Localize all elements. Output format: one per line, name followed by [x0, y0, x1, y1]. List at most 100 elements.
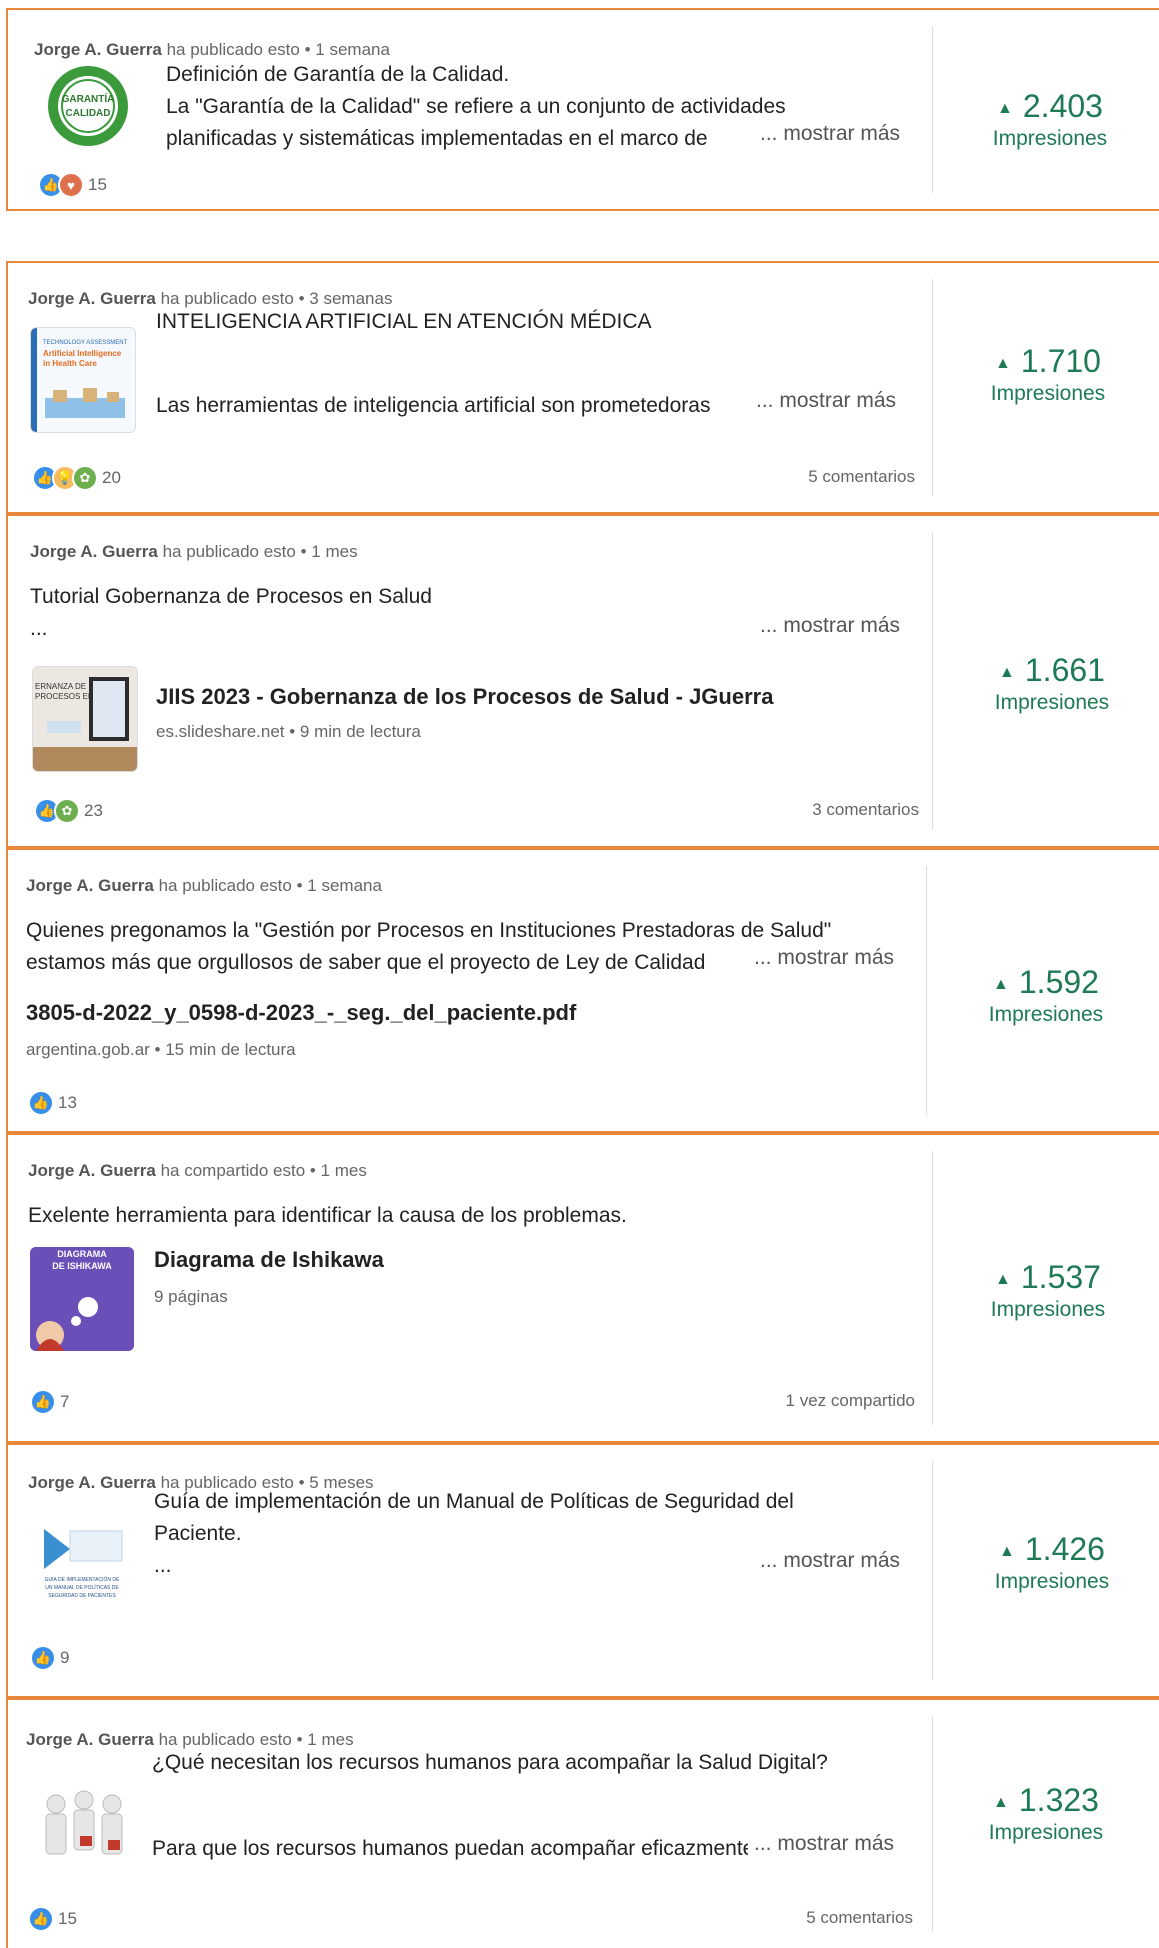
reaction-count: 15 — [88, 175, 107, 194]
impressions-label: Impresiones — [994, 691, 1110, 714]
reaction-count: 9 — [60, 1648, 70, 1667]
reactions[interactable]: 👍 ✿ 23 — [34, 798, 103, 824]
reaction-count: 15 — [58, 1909, 77, 1928]
post-time: 1 mes — [311, 542, 358, 561]
show-more-link[interactable]: ... mostrar más — [754, 614, 901, 638]
post-time: 1 semana — [315, 40, 390, 59]
post-meta: Jorge A. Guerra ha publicado esto • 1 me… — [30, 542, 358, 561]
impressions[interactable]: ▲ 1.710 Impresiones — [948, 343, 1148, 406]
link-source: argentina.gob.ar • 15 min de lectura — [26, 1040, 296, 1059]
impressions[interactable]: ▲ 1.661 Impresiones — [952, 652, 1152, 715]
link-title[interactable]: Diagrama de Ishikawa — [154, 1247, 384, 1273]
impressions-count: 1.661 — [1024, 652, 1105, 688]
post-card[interactable]: Jorge A. Guerra ha publicado esto • 1 me… — [6, 1698, 1159, 1948]
trend-up-icon: ▲ — [993, 1793, 1009, 1811]
svg-text:CALIDAD: CALIDAD — [66, 108, 111, 119]
post-text-line: planificadas y sistemáticas implementada… — [166, 127, 708, 150]
link-title[interactable]: 3805-d-2022_y_0598-d-2023_-_seg._del_pac… — [26, 1000, 576, 1026]
reactions[interactable]: 👍 15 — [28, 1906, 77, 1932]
reactions[interactable]: 👍 13 — [28, 1090, 77, 1116]
post-text-line: INTELIGENCIA ARTIFICIAL EN ATENCIÓN MÉDI… — [156, 310, 652, 333]
post-card[interactable]: Jorge A. Guerra ha publicado esto • 5 me… — [6, 1443, 1159, 1698]
impressions-count: 1.592 — [1018, 964, 1099, 1000]
svg-text:ERNANZA DE: ERNANZA DE — [35, 682, 86, 691]
post-thumbnail[interactable]: GARANTÍA CALIDAD — [36, 64, 140, 148]
author-name[interactable]: Jorge A. Guerra — [30, 542, 158, 561]
post-text-line: Para que los recursos humanos puedan aco… — [152, 1837, 750, 1860]
impressions-count: 1.426 — [1024, 1531, 1105, 1567]
show-more-link[interactable]: ... mostrar más — [754, 122, 901, 146]
post-time: 1 mes — [320, 1161, 367, 1180]
like-icon: 👍 — [30, 1389, 56, 1415]
like-icon: 👍 — [28, 1906, 54, 1932]
post-text-line: Tutorial Gobernanza de Procesos en Salud — [30, 585, 432, 608]
post-text-line: Paciente. — [154, 1522, 242, 1545]
post-card[interactable]: Jorge A. Guerra ha publicado esto • 1 me… — [6, 514, 1159, 848]
comments-count[interactable]: 5 comentarios — [806, 1908, 913, 1928]
svg-text:GUÍA DE IMPLEMENTACIÓN DE: GUÍA DE IMPLEMENTACIÓN DE — [45, 1576, 120, 1583]
post-thumbnail[interactable] — [28, 1770, 132, 1874]
post-text-line: Las herramientas de inteligencia artific… — [156, 394, 711, 417]
impressions[interactable]: ▲ 1.537 Impresiones — [948, 1259, 1148, 1322]
post-card[interactable]: Jorge A. Guerra ha compartido esto • 1 m… — [6, 1133, 1159, 1443]
comments-count[interactable]: 3 comentarios — [812, 800, 919, 820]
post-text-line: La "Garantía de la Calidad" se refiere a… — [166, 95, 786, 118]
trend-up-icon: ▲ — [993, 975, 1009, 993]
post-card[interactable]: Jorge A. Guerra ha publicado esto • 1 se… — [6, 848, 1159, 1133]
author-name[interactable]: Jorge A. Guerra — [28, 289, 156, 308]
svg-text:in Health Care: in Health Care — [43, 359, 97, 368]
show-more-link[interactable]: ... mostrar más — [754, 1549, 901, 1573]
trend-up-icon: ▲ — [995, 354, 1011, 372]
author-name[interactable]: Jorge A. Guerra — [28, 1473, 156, 1492]
column-divider — [932, 532, 933, 830]
svg-text:SEGURIDAD DE PACIENTES: SEGURIDAD DE PACIENTES — [48, 1593, 116, 1599]
trend-up-icon: ▲ — [999, 663, 1015, 681]
post-text-line: Quienes pregonamos la "Gestión por Proce… — [26, 919, 832, 942]
impressions[interactable]: ▲ 1.323 Impresiones — [946, 1782, 1146, 1845]
author-name[interactable]: Jorge A. Guerra — [26, 1730, 154, 1749]
post-card[interactable]: Jorge A. Guerra ha publicado esto • 1 se… — [6, 8, 1159, 211]
ishikawa-cover-image: DIAGRAMA DE ISHIKAWA — [30, 1247, 134, 1351]
link-thumbnail[interactable]: ERNANZA DE PROCESOS EN — [32, 666, 138, 772]
post-text-line: estamos más que orgullosos de saber que … — [26, 951, 706, 974]
author-name[interactable]: Jorge A. Guerra — [28, 1161, 156, 1180]
post-text-line: ... — [154, 1554, 172, 1577]
reactions[interactable]: 👍 7 — [30, 1389, 69, 1415]
post-card[interactable]: Jorge A. Guerra ha publicado esto • 3 se… — [6, 261, 1159, 514]
reactions[interactable]: 👍 ♥ 15 — [38, 172, 107, 198]
link-title[interactable]: JIIS 2023 - Gobernanza de los Procesos d… — [156, 684, 773, 710]
impressions[interactable]: ▲ 2.403 Impresiones — [950, 88, 1150, 151]
column-divider — [932, 1151, 933, 1425]
impressions[interactable]: ▲ 1.426 Impresiones — [952, 1531, 1152, 1594]
comments-count[interactable]: 5 comentarios — [808, 467, 915, 487]
reaction-count: 7 — [60, 1392, 70, 1411]
reactions[interactable]: 👍 💡 ✿ 20 — [32, 465, 121, 491]
post-thumbnail[interactable]: GUÍA DE IMPLEMENTACIÓN DE UN MANUAL DE P… — [30, 1509, 134, 1613]
reactions[interactable]: 👍 9 — [30, 1645, 69, 1671]
column-divider — [926, 866, 927, 1115]
trend-up-icon: ▲ — [995, 1270, 1011, 1288]
column-divider — [932, 26, 933, 193]
show-more-link[interactable]: ... mostrar más — [748, 1832, 895, 1856]
reaction-count: 23 — [84, 801, 103, 820]
author-name[interactable]: Jorge A. Guerra — [34, 40, 162, 59]
link-thumbnail[interactable]: DIAGRAMA DE ISHIKAWA — [30, 1247, 134, 1351]
slideshare-preview-image: ERNANZA DE PROCESOS EN — [33, 667, 137, 771]
post-text-line: Exelente herramienta para identificar la… — [28, 1204, 627, 1227]
post-time: 1 semana — [307, 876, 382, 895]
shares-count[interactable]: 1 vez compartido — [786, 1391, 915, 1411]
svg-text:Artificial Intelligence: Artificial Intelligence — [43, 349, 122, 358]
reaction-count: 20 — [102, 468, 121, 487]
impressions-count: 1.537 — [1020, 1259, 1101, 1295]
author-name[interactable]: Jorge A. Guerra — [26, 876, 154, 895]
show-more-link[interactable]: ... mostrar más — [750, 389, 897, 413]
impressions[interactable]: ▲ 1.592 Impresiones — [946, 964, 1146, 1027]
post-thumbnail[interactable]: TECHNOLOGY ASSESSMENT Artificial Intelli… — [30, 327, 136, 433]
post-meta: Jorge A. Guerra ha compartido esto • 1 m… — [28, 1161, 367, 1180]
post-action: ha publicado esto — [162, 542, 296, 561]
impressions-label: Impresiones — [992, 127, 1108, 150]
post-meta: Jorge A. Guerra ha publicado esto • 1 se… — [26, 876, 382, 895]
trend-up-icon: ▲ — [999, 1542, 1015, 1560]
svg-text:PROCESOS EN: PROCESOS EN — [35, 692, 94, 701]
show-more-link[interactable]: ... mostrar más — [748, 946, 895, 970]
